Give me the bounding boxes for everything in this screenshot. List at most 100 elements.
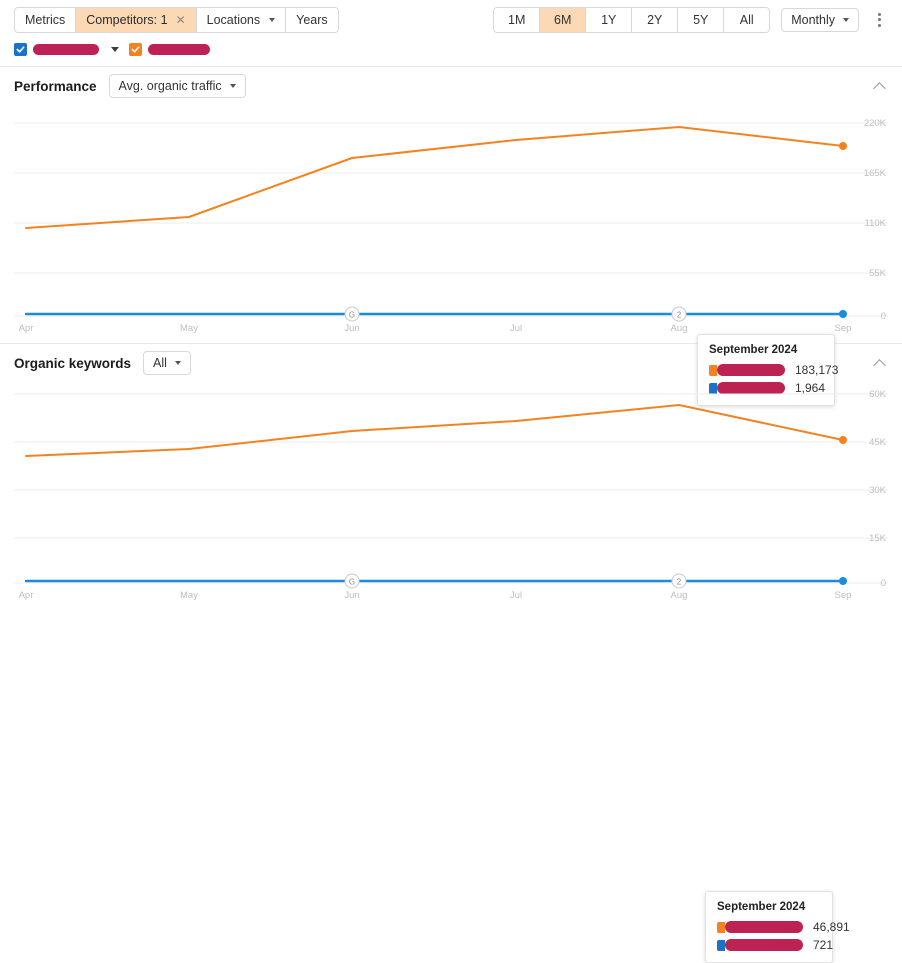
tab-competitors-label: Competitors: 1 (86, 12, 168, 27)
series-endpoint-blue (839, 310, 847, 318)
annotation-marker-count[interactable]: 2 (671, 306, 687, 322)
chart-tooltip-organic-keywords: September 2024 46,891 721 (705, 891, 850, 963)
y-tick-55k: 55K (869, 268, 887, 279)
y-tick-165k: 165K (864, 168, 887, 179)
y-tick-45k: 45K (869, 437, 887, 448)
chevron-down-icon (174, 361, 181, 365)
legend-label-redacted (33, 44, 99, 55)
tooltip-title: September 2024 (717, 901, 806, 913)
filter-tab-group: Metrics Competitors: 1 ✕ Locations Years (14, 6, 339, 33)
page-title: Performance (14, 78, 97, 94)
tab-locations-label: Locations (206, 12, 261, 27)
metric-select-label: Avg. organic traffic (118, 79, 222, 93)
x-tick-may: May (180, 323, 198, 334)
tooltip-row-blue: 721 (717, 938, 833, 952)
tooltip-value-blue: 721 (813, 938, 834, 952)
top-toolbar: Metrics Competitors: 1 ✕ Locations Years… (0, 0, 902, 39)
metric-select-performance[interactable]: Avg. organic traffic (108, 74, 246, 98)
x-tick-sep: Sep (835, 323, 852, 334)
y-tick-60k: 60K (869, 389, 887, 400)
granularity-select[interactable]: Monthly (781, 7, 859, 32)
date-range-selector: 1M 6M 1Y 2Y 5Y All (493, 6, 771, 33)
page-title: Organic keywords (14, 355, 132, 371)
tooltip-label-redacted (725, 939, 803, 951)
chevron-up-icon[interactable] (872, 355, 888, 371)
x-tick-aug: Aug (671, 590, 688, 601)
series-endpoint-orange (839, 436, 847, 444)
chevron-down-icon[interactable] (111, 47, 119, 52)
x-tick-may: May (180, 590, 198, 601)
range-1y[interactable]: 1Y (586, 7, 633, 32)
y-tick-220k: 220K (864, 118, 887, 129)
annotation-label: G (349, 578, 355, 587)
kebab-menu-icon[interactable] (870, 9, 888, 31)
annotation-label: 2 (677, 578, 682, 587)
legend-item-1[interactable] (129, 43, 210, 56)
tab-years[interactable]: Years (286, 7, 338, 32)
tooltip-title: September 2024 (709, 344, 798, 356)
performance-chart-svg: 220K 165K 110K 55K 0 G 2 Apr May Jun Jul… (14, 118, 888, 334)
tab-metrics-label: Metrics (25, 12, 66, 27)
x-tick-sep: Sep (835, 590, 852, 601)
range-all[interactable]: All (724, 7, 770, 32)
series-line-orange (25, 404, 844, 457)
metric-select-label: All (153, 356, 167, 370)
tooltip-value-orange: 46,891 (813, 920, 850, 934)
x-tick-jun: Jun (344, 323, 359, 334)
series-swatch-orange (709, 364, 717, 376)
annotation-marker-count[interactable]: 2 (671, 573, 687, 589)
series-endpoint-orange (839, 142, 847, 150)
x-tick-jul: Jul (510, 590, 522, 601)
tooltip-value-orange: 183,173 (795, 363, 839, 377)
metric-select-organic-keywords[interactable]: All (143, 351, 191, 375)
series-swatch-blue (717, 939, 725, 951)
chevron-down-icon (229, 84, 236, 88)
x-tick-jul: Jul (510, 323, 522, 334)
annotation-label: 2 (677, 311, 682, 320)
x-axis-labels: Apr May Jun Jul Aug Sep (19, 323, 852, 334)
tab-locations[interactable]: Locations (196, 7, 287, 32)
tooltip-label-redacted (725, 921, 803, 933)
y-tick-15k: 15K (869, 533, 887, 544)
annotation-marker-g[interactable]: G (344, 573, 360, 589)
x-tick-aug: Aug (671, 323, 688, 334)
tab-competitors[interactable]: Competitors: 1 ✕ (76, 7, 197, 32)
legend-item-0[interactable] (14, 43, 119, 56)
toolbar-right-controls: 1M 6M 1Y 2Y 5Y All Monthly (493, 6, 888, 33)
performance-header: Performance Avg. organic traffic (0, 67, 902, 105)
performance-chart: 220K 165K 110K 55K 0 G 2 Apr May Jun Jul… (0, 105, 902, 406)
y-tick-110k: 110K (865, 218, 887, 229)
tooltip-row-orange: 46,891 (717, 920, 850, 934)
series-endpoint-blue (839, 577, 847, 585)
series-swatch-orange (717, 921, 725, 933)
y-axis-labels: 60K 45K 30K 15K 0 (869, 389, 887, 589)
section-performance: Performance Avg. organic traffic 220K 16… (0, 66, 902, 406)
organic-keywords-chart-svg: 60K 45K 30K 15K 0 G 2 Apr May Jun Jul Au… (14, 389, 888, 601)
x-tick-jun: Jun (344, 590, 359, 601)
checkbox-checked-icon[interactable] (129, 43, 142, 56)
legend-label-redacted (148, 44, 210, 55)
range-6m[interactable]: 6M (540, 7, 587, 32)
tab-metrics[interactable]: Metrics (15, 7, 77, 32)
close-icon[interactable]: ✕ (176, 14, 186, 26)
range-2y[interactable]: 2Y (632, 7, 679, 32)
annotation-marker-g[interactable]: G (344, 306, 360, 322)
chevron-up-icon[interactable] (872, 78, 888, 94)
series-line-orange (25, 126, 844, 229)
annotation-label: G (349, 311, 355, 320)
y-axis-labels: 220K 165K 110K 55K 0 (864, 118, 887, 322)
range-1m[interactable]: 1M (494, 7, 541, 32)
organic-keywords-chart: 60K 45K 30K 15K 0 G 2 Apr May Jun Jul Au… (0, 382, 902, 963)
tooltip-label-redacted (717, 364, 785, 376)
section-organic-keywords: Organic keywords All 60K 45K 30K 15K 0 G… (0, 343, 902, 963)
checkbox-checked-icon[interactable] (14, 43, 27, 56)
chevron-down-icon (269, 17, 276, 22)
range-5y[interactable]: 5Y (678, 7, 725, 32)
chevron-down-icon (843, 17, 849, 22)
y-tick-0: 0 (881, 311, 886, 322)
x-tick-apr: Apr (19, 590, 34, 601)
x-axis-labels: Apr May Jun Jul Aug Sep (19, 590, 852, 601)
series-legend (0, 39, 902, 66)
y-tick-0: 0 (881, 578, 886, 589)
x-tick-apr: Apr (19, 323, 34, 334)
